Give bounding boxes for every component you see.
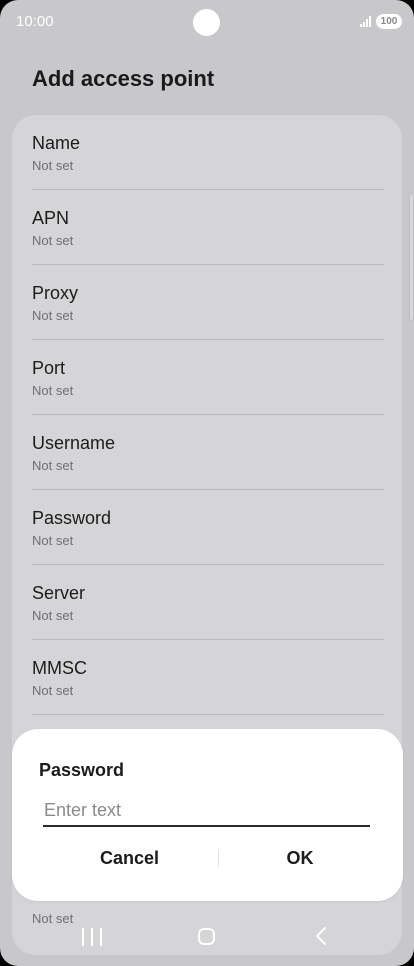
battery-icon: 100 [376, 14, 402, 29]
setting-value: Not set [32, 308, 74, 323]
recents-icon[interactable] [82, 928, 102, 946]
password-input[interactable] [43, 795, 370, 827]
setting-label: Password [32, 508, 112, 528]
setting-value: Not set [32, 608, 74, 623]
setting-value: Not set [32, 383, 74, 398]
status-bar: 10:00 100 [0, 0, 414, 46]
navigation-bar [0, 918, 414, 958]
setting-value: Not set [32, 458, 74, 473]
cancel-button[interactable]: Cancel [42, 843, 217, 873]
phone-screen: 10:00 100 Add access point Name Not set … [0, 0, 414, 966]
setting-value: Not set [32, 683, 74, 698]
setting-port[interactable]: Port Not set [12, 340, 402, 415]
setting-value: Not set [32, 158, 74, 173]
setting-proxy[interactable]: Proxy Not set [12, 265, 402, 340]
setting-label: Port [32, 358, 66, 378]
status-icons: 100 [360, 14, 402, 29]
setting-label: APN [32, 208, 70, 228]
scrollbar[interactable] [409, 193, 414, 321]
setting-value: Not set [32, 233, 74, 248]
setting-label: Name [32, 133, 81, 153]
setting-username[interactable]: Username Not set [12, 415, 402, 490]
home-icon[interactable] [198, 928, 215, 945]
setting-mmsc[interactable]: MMSC Not set [12, 640, 402, 715]
dialog-title: Password [39, 760, 125, 780]
button-divider [218, 849, 219, 867]
setting-value: Not set [32, 533, 74, 548]
setting-label: Username [32, 433, 116, 453]
back-icon[interactable] [312, 925, 332, 947]
page-title: Add access point [32, 66, 215, 91]
setting-apn[interactable]: APN Not set [12, 190, 402, 265]
setting-password[interactable]: Password Not set [12, 490, 402, 565]
status-time: 10:00 [16, 13, 54, 30]
setting-server[interactable]: Server Not set [12, 565, 402, 640]
signal-icon [360, 16, 371, 27]
password-dialog: Password Cancel OK [12, 729, 403, 901]
setting-label: MMSC [32, 658, 87, 678]
setting-label: Proxy [32, 283, 79, 303]
front-camera-cutout [193, 9, 220, 36]
setting-name[interactable]: Name Not set [12, 115, 402, 190]
ok-button[interactable]: OK [220, 843, 380, 873]
setting-label: Server [32, 583, 86, 603]
